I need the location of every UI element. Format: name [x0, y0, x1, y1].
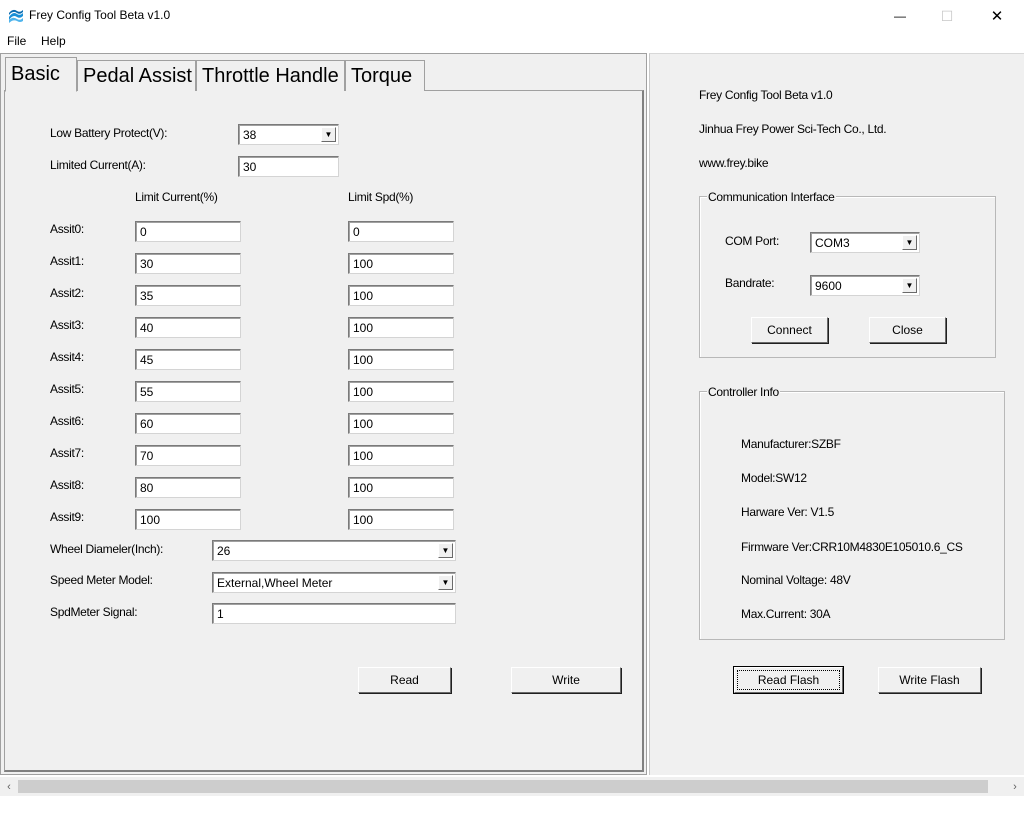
spdmeter-signal-label: SpdMeter Signal:	[50, 605, 138, 619]
hardware-version-text: Harware Ver: V1.5	[741, 505, 834, 519]
assist-limit-current-input[interactable]: 100	[135, 509, 241, 530]
low-battery-label: Low Battery Protect(V):	[50, 126, 168, 140]
write-button[interactable]: Write	[511, 667, 621, 693]
assist-limit-current-input[interactable]: 35	[135, 285, 241, 306]
firmware-version-text: Firmware Ver:CRR10M4830E105010.6_CS	[741, 540, 963, 554]
assist-label: Assit4:	[50, 350, 84, 364]
app-name-text: Frey Config Tool Beta v1.0	[699, 88, 833, 102]
assist-label: Assit0:	[50, 222, 84, 236]
chevron-down-icon[interactable]: ▼	[902, 235, 917, 250]
limit-spd-column-header: Limit Spd(%)	[348, 190, 414, 204]
speed-meter-model-value: External,Wheel Meter	[217, 576, 333, 590]
assist-limit-current-input[interactable]: 40	[135, 317, 241, 338]
communication-interface-title: Communication Interface	[707, 190, 836, 204]
chevron-down-icon[interactable]: ▼	[902, 278, 917, 293]
assist-limit-spd-input[interactable]: 100	[348, 477, 454, 498]
assist-label: Assit9:	[50, 510, 84, 524]
assist-limit-current-input[interactable]: 70	[135, 445, 241, 466]
chevron-down-icon[interactable]: ▼	[438, 543, 453, 558]
menu-file[interactable]: File	[7, 34, 26, 48]
model-text: Model:SW12	[741, 471, 807, 485]
assist-label: Assit8:	[50, 478, 84, 492]
menu-help[interactable]: Help	[41, 34, 66, 48]
assist-label: Assit5:	[50, 382, 84, 396]
website-text: www.frey.bike	[699, 156, 769, 170]
close-button[interactable]: Close	[869, 317, 946, 343]
assist-limit-spd-input[interactable]: 100	[348, 445, 454, 466]
com-port-select[interactable]: COM3 ▼	[810, 232, 920, 253]
scrollbar-thumb[interactable]	[18, 780, 988, 793]
com-port-label: COM Port:	[725, 234, 779, 248]
bandrate-label: Bandrate:	[725, 276, 775, 290]
assist-limit-spd-input[interactable]: 100	[348, 413, 454, 434]
menu-bar	[0, 32, 1024, 52]
window-title: Frey Config Tool Beta v1.0	[29, 8, 171, 22]
read-button[interactable]: Read	[358, 667, 451, 693]
manufacturer-text: Manufacturer:SZBF	[741, 437, 841, 451]
chevron-down-icon[interactable]: ▼	[321, 127, 336, 142]
nominal-voltage-text: Nominal Voltage: 48V	[741, 573, 851, 587]
assist-limit-spd-input[interactable]: 100	[348, 509, 454, 530]
assist-limit-spd-input[interactable]: 100	[348, 253, 454, 274]
assist-limit-current-input[interactable]: 80	[135, 477, 241, 498]
tab-basic[interactable]: Basic	[5, 57, 77, 92]
connect-button[interactable]: Connect	[751, 317, 828, 343]
controller-info-title: Controller Info	[707, 385, 780, 399]
limit-current-column-header: Limit Current(%)	[135, 190, 218, 204]
spdmeter-signal-input[interactable]: 1	[212, 603, 456, 624]
minimize-icon: —	[894, 9, 906, 23]
max-current-text: Max.Current: 30A	[741, 607, 831, 621]
wheel-diameter-select[interactable]: 26 ▼	[212, 540, 456, 561]
low-battery-value: 38	[243, 128, 257, 142]
scroll-left-icon[interactable]: ‹	[0, 778, 18, 795]
assist-label: Assit1:	[50, 254, 84, 268]
bandrate-select[interactable]: 9600 ▼	[810, 275, 920, 296]
speed-meter-model-label: Speed Meter Model:	[50, 573, 153, 587]
write-flash-button[interactable]: Write Flash	[878, 667, 981, 693]
tab-throttle-handle[interactable]: Throttle Handle	[196, 60, 345, 91]
bandrate-value: 9600	[815, 279, 842, 293]
assist-limit-current-input[interactable]: 30	[135, 253, 241, 274]
maximize-icon: ☐	[940, 7, 954, 24]
wheel-diameter-label: Wheel Diameler(Inch):	[50, 542, 164, 556]
minimize-button[interactable]: —	[877, 0, 923, 32]
tab-pedal-assist[interactable]: Pedal Assist	[77, 60, 196, 91]
assist-label: Assit2:	[50, 286, 84, 300]
maximize-button[interactable]: ☐	[924, 0, 970, 32]
chevron-down-icon[interactable]: ▼	[438, 575, 453, 590]
assist-label: Assit6:	[50, 414, 84, 428]
close-icon: ✕	[990, 8, 1004, 25]
close-window-button[interactable]: ✕	[974, 0, 1020, 32]
assist-limit-spd-input[interactable]: 100	[348, 349, 454, 370]
limited-current-input[interactable]: 30	[238, 156, 339, 177]
speed-meter-model-select[interactable]: External,Wheel Meter ▼	[212, 572, 456, 593]
assist-limit-spd-input[interactable]: 100	[348, 381, 454, 402]
wheel-diameter-value: 26	[217, 544, 231, 558]
limited-current-label: Limited Current(A):	[50, 158, 146, 172]
assist-limit-current-input[interactable]: 60	[135, 413, 241, 434]
assist-label: Assit3:	[50, 318, 84, 332]
assist-limit-current-input[interactable]: 0	[135, 221, 241, 242]
assist-limit-spd-input[interactable]: 100	[348, 285, 454, 306]
tab-torque[interactable]: Torque	[345, 60, 425, 91]
company-text: Jinhua Frey Power Sci-Tech Co., Ltd.	[699, 122, 887, 136]
app-logo-icon	[9, 9, 23, 23]
assist-limit-spd-input[interactable]: 0	[348, 221, 454, 242]
assist-limit-current-input[interactable]: 55	[135, 381, 241, 402]
assist-limit-current-input[interactable]: 45	[135, 349, 241, 370]
assist-limit-spd-input[interactable]: 100	[348, 317, 454, 338]
com-port-value: COM3	[815, 236, 850, 250]
assist-label: Assit7:	[50, 446, 84, 460]
read-flash-button[interactable]: Read Flash	[734, 667, 843, 693]
low-battery-select[interactable]: 38 ▼	[238, 124, 339, 145]
scroll-right-icon[interactable]: ›	[1006, 778, 1024, 795]
